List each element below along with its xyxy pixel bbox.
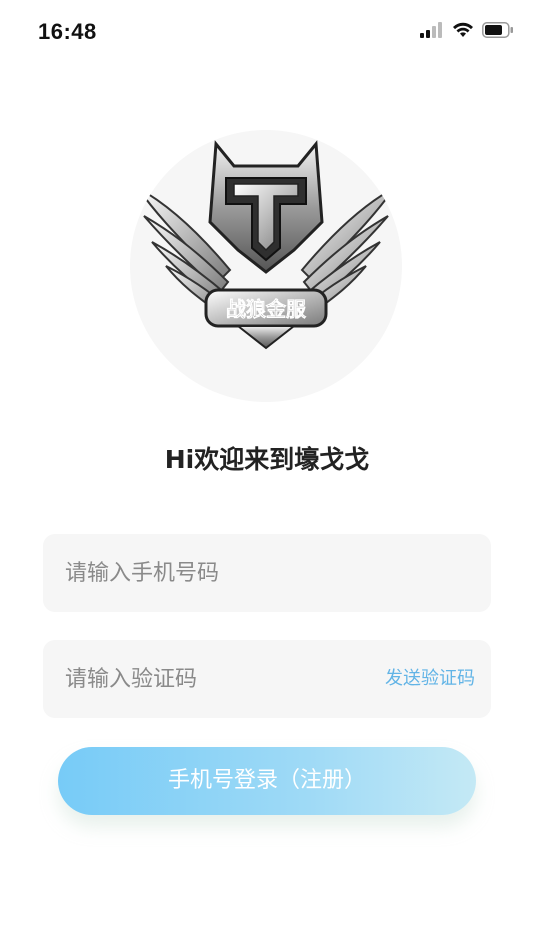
cellular-signal-icon [420,22,442,38]
phone-login-button[interactable]: 手机号登录（注册） [58,747,476,815]
welcome-heading: Hi欢迎来到壕戈戈 [164,445,370,474]
battery-icon [482,22,513,38]
phone-field[interactable] [43,534,491,612]
status-time: 16:48 [38,19,97,44]
emblem-text: 战狼金服 [226,297,307,321]
send-code-button[interactable]: 发送验证码 [385,640,475,718]
wifi-icon [453,22,473,37]
app-logo: 战狼金服 [130,130,402,402]
phone-input[interactable] [65,534,465,612]
status-icons [420,22,514,38]
wolf-wings-emblem-icon: 战狼金服 [137,140,395,350]
verification-code-input[interactable] [65,640,345,718]
verification-code-field[interactable]: 发送验证码 [43,640,491,718]
status-bar: 16:48 [0,0,534,64]
